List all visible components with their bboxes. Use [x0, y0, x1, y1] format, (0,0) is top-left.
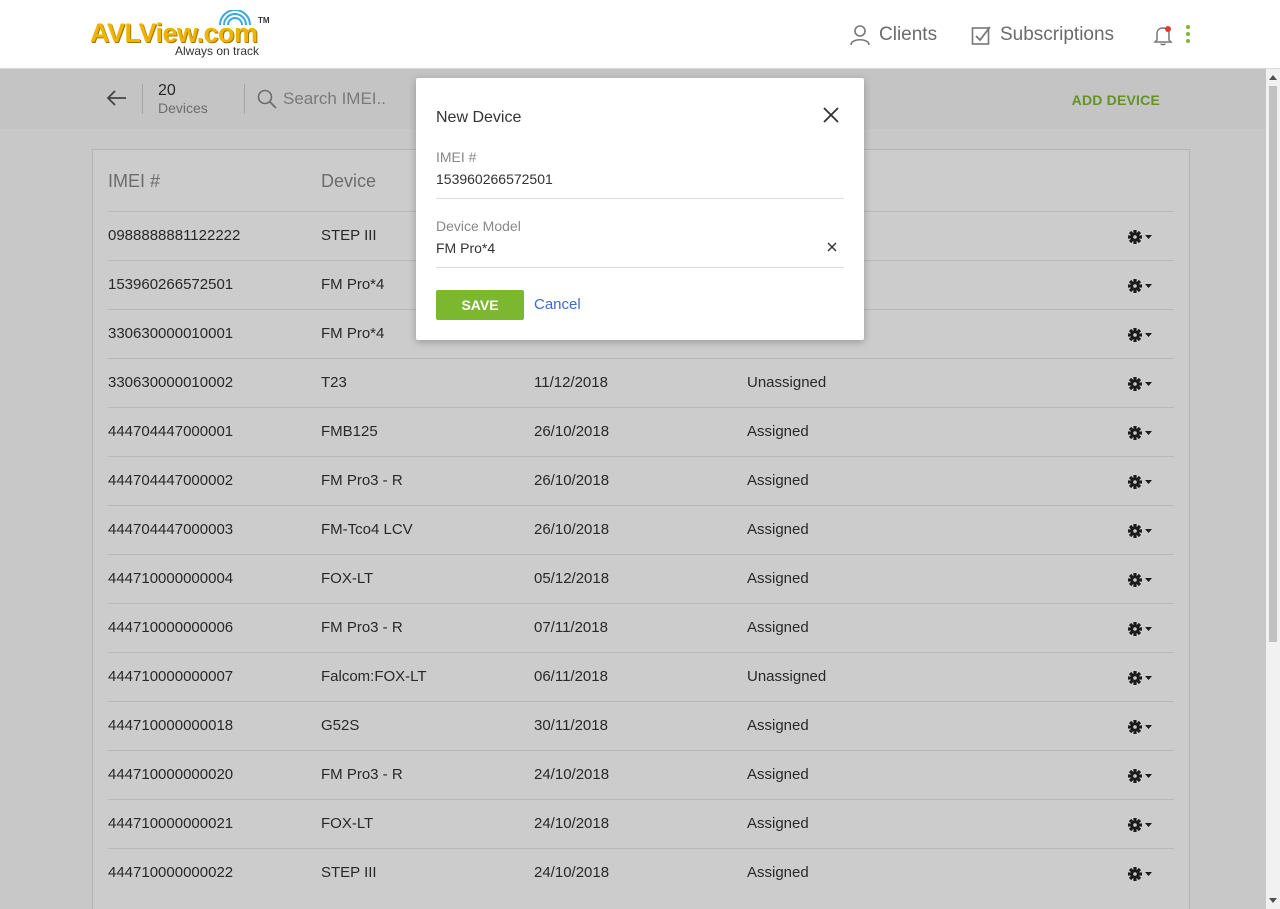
scroll-thumb[interactable] [1269, 86, 1277, 642]
close-icon[interactable] [822, 106, 840, 124]
nav-subscriptions-label: Subscriptions [1000, 24, 1115, 45]
user-icon [850, 25, 870, 46]
logo[interactable]: AVLView.com TM Always on track [90, 10, 270, 60]
dialog-title: New Device [436, 109, 522, 126]
save-button[interactable]: SAVE [436, 290, 524, 320]
nav-clients[interactable]: Clients [849, 22, 937, 48]
device-model-label: Device Model [436, 218, 521, 234]
scroll-up-arrow[interactable] [1269, 75, 1277, 80]
nav-clients-label: Clients [879, 24, 938, 45]
new-device-dialog: New Device IMEI # Device Model SAVE Canc… [416, 78, 864, 340]
checkbox-icon [971, 25, 991, 45]
imei-field[interactable] [436, 169, 844, 199]
app-header: AVLView.com TM Always on track Clients S… [0, 0, 1280, 69]
imei-field-label: IMEI # [436, 149, 477, 165]
device-model-field[interactable] [436, 238, 844, 268]
scroll-down-arrow[interactable] [1269, 898, 1277, 903]
clear-icon[interactable] [826, 241, 838, 253]
signal-icon [219, 10, 251, 26]
cancel-button[interactable]: Cancel [534, 296, 581, 313]
nav-subscriptions[interactable]: Subscriptions [971, 22, 1114, 48]
logo-tagline: Always on track [175, 44, 260, 58]
scrollbar[interactable] [1266, 69, 1280, 909]
logo-trademark: TM [258, 16, 270, 25]
bell-icon[interactable] [1153, 24, 1173, 46]
kebab-menu-icon[interactable] [1185, 25, 1191, 45]
